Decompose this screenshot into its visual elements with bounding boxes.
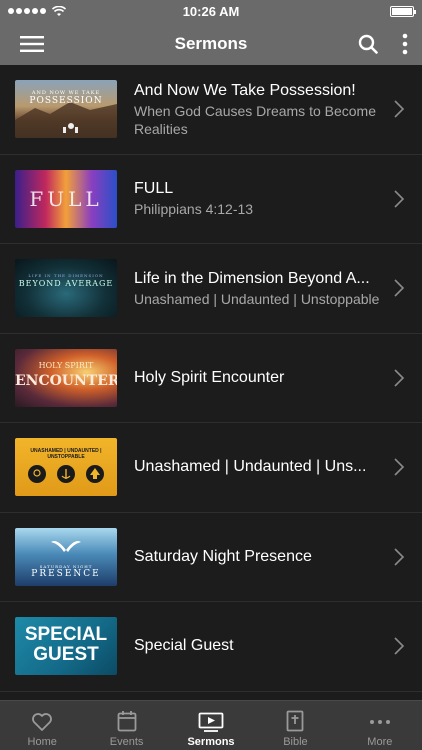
tab-events[interactable]: Events — [84, 701, 168, 750]
sermon-title: Holy Spirit Encounter — [134, 368, 285, 386]
sermon-thumbnail: SATURDAY NIGHT PRESENCE — [15, 527, 117, 586]
chevron-right-icon — [394, 637, 405, 655]
tab-home[interactable]: Home — [0, 701, 84, 750]
sermon-subtitle: When God Causes Dreams to Become Realiti… — [134, 102, 376, 137]
tab-bible[interactable]: Bible — [253, 701, 337, 750]
thumbnail-title: SPECIAL — [24, 624, 108, 646]
chevron-right-icon — [394, 548, 405, 566]
sermon-row[interactable]: UNASHAMED | UNDAUNTED | UNSTOPPABLE Unas… — [0, 423, 422, 513]
thumbnail-caption: GUEST — [33, 644, 99, 666]
thumbnail-title: PRESENCE — [31, 568, 101, 579]
sermon-thumbnail: HOLY SPIRIT ENCOUNTER — [15, 348, 117, 407]
tab-label: Home — [27, 736, 57, 748]
sermon-row[interactable]: AND NOW WE TAKE POSSESSION And Now We Ta… — [0, 65, 422, 155]
tab-label: More — [367, 736, 393, 748]
bible-icon — [287, 710, 304, 732]
thumbnail-title: FULL — [29, 186, 103, 211]
sermon-row[interactable]: SPECIAL GUEST Special Guest — [0, 602, 422, 692]
chevron-right-icon — [394, 190, 405, 208]
sermon-thumbnail: UNASHAMED | UNDAUNTED | UNSTOPPABLE — [15, 438, 117, 497]
calendar-icon — [117, 711, 137, 732]
thumbnail-caption: HOLY SPIRIT — [38, 360, 94, 370]
more-dots-icon — [369, 720, 390, 724]
status-bar: 10:26 AM — [0, 0, 422, 22]
sermon-thumbnail: LIFE IN THE DIMENSION BEYOND AVERAGE — [15, 259, 117, 318]
sermon-row[interactable]: SATURDAY NIGHT PRESENCE Saturday Night P… — [0, 513, 422, 602]
sermon-row[interactable]: LIFE IN THE DIMENSION BEYOND AVERAGE Lif… — [0, 244, 422, 334]
thumbnail-title: ENCOUNTER — [15, 372, 117, 389]
sermon-title: Unashamed | Undaunted | Uns... — [134, 458, 367, 476]
sermon-subtitle: Philippians 4:12-13 — [134, 201, 254, 218]
sermon-row[interactable]: HOLY SPIRIT ENCOUNTER Holy Spirit Encoun… — [0, 334, 422, 423]
tab-bar: Home Events Sermons Bible More — [0, 700, 422, 750]
tab-label: Bible — [283, 736, 308, 748]
tab-label: Sermons — [187, 736, 235, 748]
tab-sermons[interactable]: Sermons — [169, 701, 253, 750]
nav-bar: Sermons — [0, 22, 422, 65]
sermon-title: Life in the Dimension Beyond A... — [134, 269, 370, 287]
hamburger-menu-icon[interactable] — [20, 35, 44, 52]
sermon-row[interactable]: FULL FULL Philippians 4:12-13 — [0, 155, 422, 244]
sermon-title: FULL — [134, 180, 174, 198]
sermon-subtitle: Unashamed | Undaunted | Unstoppable — [134, 290, 380, 307]
signal-strength-icon — [8, 8, 46, 14]
chevron-right-icon — [394, 100, 405, 118]
thumbnail-caption: LIFE IN THE DIMENSION — [28, 273, 104, 279]
thumbnail-title: POSSESSION — [29, 96, 103, 107]
sermon-title: Saturday Night Presence — [134, 547, 312, 565]
battery-icon — [390, 5, 416, 17]
wifi-icon — [52, 5, 66, 16]
chevron-right-icon — [394, 369, 405, 387]
sermon-thumbnail: AND NOW WE TAKE POSSESSION — [15, 80, 117, 139]
tab-more[interactable]: More — [338, 701, 422, 750]
chevron-right-icon — [394, 458, 405, 476]
search-icon[interactable] — [358, 34, 378, 54]
sermon-thumbnail: SPECIAL GUEST — [15, 617, 117, 676]
sermon-list: AND NOW WE TAKE POSSESSION And Now We Ta… — [0, 65, 422, 700]
chevron-right-icon — [394, 279, 405, 297]
sermon-title: Special Guest — [134, 637, 234, 655]
signal-group — [8, 5, 66, 17]
sermon-title: And Now We Take Possession! — [134, 81, 356, 99]
play-screen-icon — [198, 712, 224, 732]
tab-label: Events — [109, 736, 144, 748]
sermon-thumbnail: FULL — [15, 169, 117, 228]
more-options-icon[interactable] — [402, 33, 408, 55]
heart-icon — [32, 713, 53, 731]
thumbnail-title: BEYOND AVERAGE — [18, 279, 114, 289]
